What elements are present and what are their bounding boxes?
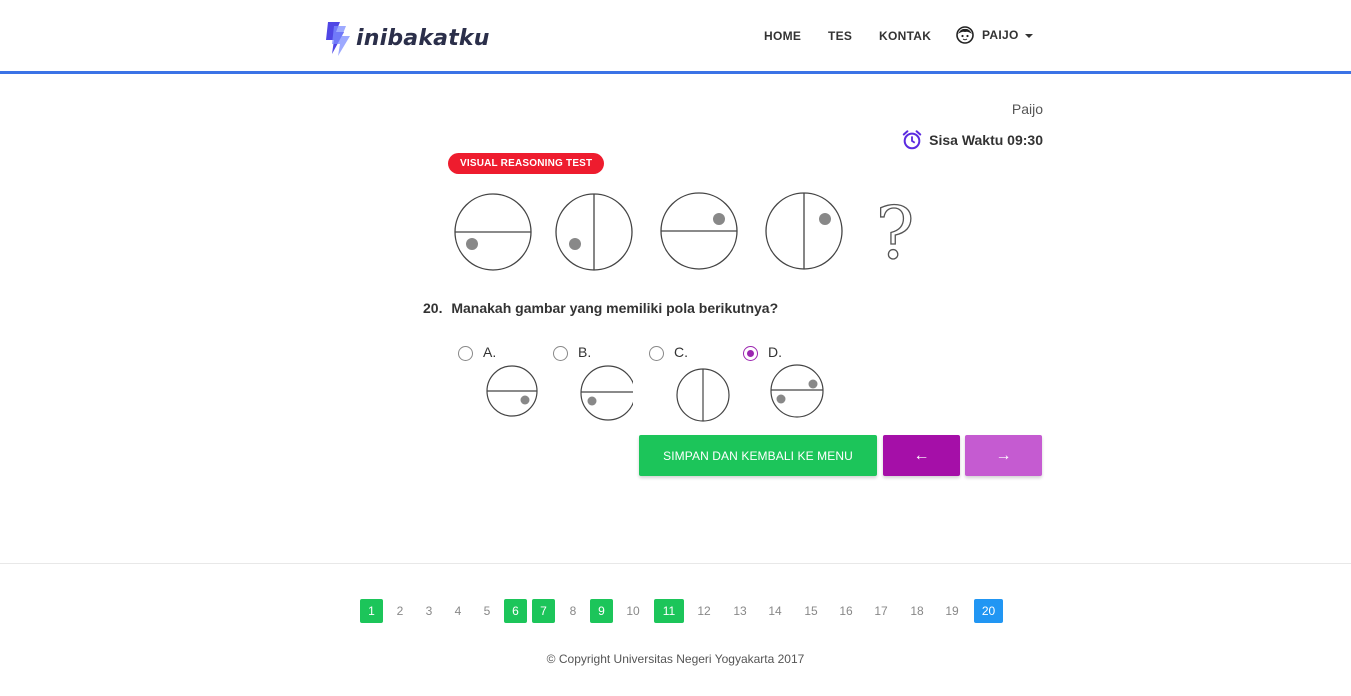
user-menu[interactable]: PAIJO [956, 26, 1033, 44]
footer-divider [0, 563, 1351, 564]
radio-c[interactable] [649, 346, 664, 361]
question-mark: ? [876, 191, 915, 275]
option-c-figure [676, 368, 730, 422]
question-pagination: 1 2 3 4 5 6 7 8 9 10 11 12 13 14 15 16 1… [0, 599, 1351, 623]
radio-a[interactable] [458, 346, 473, 361]
page-6[interactable]: 6 [504, 599, 527, 623]
page-13[interactable]: 13 [728, 599, 752, 623]
option-a-figure [486, 365, 538, 417]
timer-text: Sisa Waktu 09:30 [929, 132, 1043, 148]
page-15[interactable]: 15 [799, 599, 823, 623]
page-8[interactable]: 8 [563, 599, 583, 623]
option-b-figure [580, 365, 633, 421]
page-14[interactable]: 14 [763, 599, 787, 623]
current-username: Paijo [1011, 101, 1043, 117]
sequence-circle-4 [765, 192, 843, 270]
arrow-right-icon: → [995, 446, 1012, 464]
page-7[interactable]: 7 [532, 599, 555, 623]
save-and-return-button[interactable]: SIMPAN DAN KEMBALI KE MENU [639, 435, 877, 476]
top-nav: HOME TES KONTAK PAIJO [0, 26, 1351, 47]
alarm-clock-icon [902, 130, 922, 150]
nav-kontak[interactable]: KONTAK [879, 27, 931, 45]
page-16[interactable]: 16 [834, 599, 858, 623]
navbar: inibakatku HOME TES KONTAK PAIJO [0, 0, 1351, 74]
user-menu-label: PAIJO [982, 28, 1019, 42]
sequence-circle-1 [454, 193, 532, 271]
previous-question-button[interactable]: ← [883, 435, 960, 476]
page-19[interactable]: 19 [940, 599, 964, 623]
page-11[interactable]: 11 [654, 599, 684, 623]
page-5[interactable]: 5 [477, 599, 497, 623]
page-18[interactable]: 18 [905, 599, 929, 623]
page-9[interactable]: 9 [590, 599, 613, 623]
question-text: 20. Manakah gambar yang memiliki pola be… [423, 300, 778, 316]
test-type-badge: VISUAL REASONING TEST [448, 153, 605, 174]
page-10[interactable]: 10 [621, 599, 645, 623]
option-label-c: C. [674, 344, 688, 360]
page-3[interactable]: 3 [419, 599, 439, 623]
nav-tes[interactable]: TES [828, 27, 852, 45]
sequence-circle-3 [660, 192, 738, 270]
arrow-left-icon: ← [913, 446, 930, 464]
next-question-button[interactable]: → [965, 435, 1042, 476]
answer-option-a[interactable]: A. [458, 344, 548, 424]
answer-option-b[interactable]: B. [553, 344, 643, 424]
countdown-timer: Sisa Waktu 09:30 [901, 129, 1043, 151]
answer-option-d[interactable]: D. [743, 344, 833, 424]
option-label-b: B. [578, 344, 592, 360]
radio-d[interactable] [743, 346, 758, 361]
radio-b[interactable] [553, 346, 568, 361]
option-label-a: A. [483, 344, 497, 360]
copyright-text: © Copyright Universitas Negeri Yogyakart… [546, 652, 805, 666]
sequence-circle-2 [555, 193, 633, 271]
answer-option-c[interactable]: C. [649, 344, 739, 424]
caret-down-icon [1024, 34, 1033, 38]
option-d-figure [770, 364, 824, 418]
user-face-icon [956, 26, 974, 44]
page-2[interactable]: 2 [390, 599, 410, 623]
option-label-d: D. [768, 344, 782, 360]
question-label: Manakah gambar yang memiliki pola beriku… [451, 300, 779, 316]
page-17[interactable]: 17 [869, 599, 893, 623]
question-number: 20. [423, 300, 443, 316]
nav-home[interactable]: HOME [764, 27, 801, 45]
page-20[interactable]: 20 [974, 599, 1003, 623]
page-12[interactable]: 12 [692, 599, 716, 623]
pattern-sequence-figure: ? [454, 190, 915, 276]
page-1[interactable]: 1 [360, 599, 383, 623]
page-4[interactable]: 4 [448, 599, 468, 623]
